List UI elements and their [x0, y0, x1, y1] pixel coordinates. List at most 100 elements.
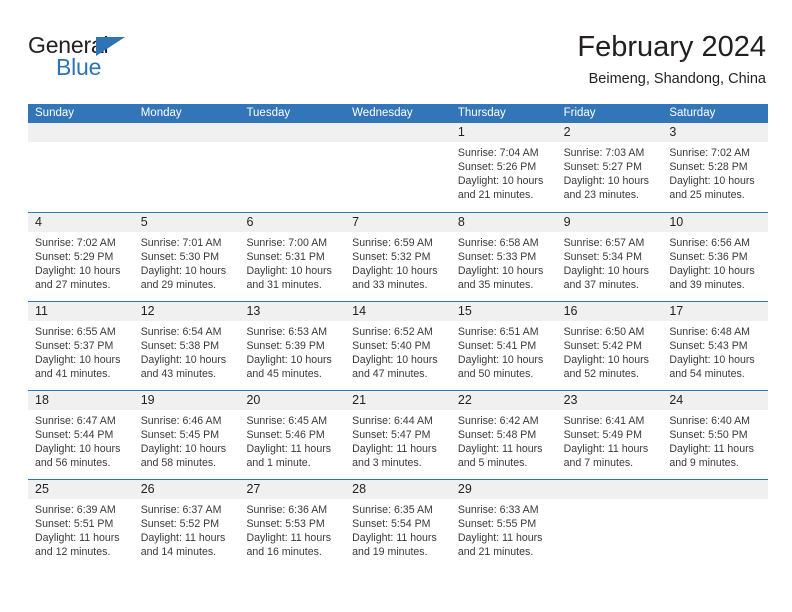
- day-cell-22[interactable]: 22 Sunrise: 6:42 AM Sunset: 5:48 PM Dayligh…: [450, 391, 557, 479]
- day-cell-11[interactable]: 11 Sunrise: 6:55 AM Sunset: 5:37 PM Dayligh…: [28, 302, 134, 390]
- day-number: 7: [352, 215, 360, 229]
- day-detail-line: Sunset: 5:44 PM: [35, 429, 114, 442]
- day-detail-line: Sunrise: 7:01 AM: [140, 237, 222, 249]
- day-number-band: 21: [345, 391, 451, 410]
- day-cell-17[interactable]: 17 Sunrise: 6:48 AM Sunset: 5:43 PM Dayligh…: [662, 302, 769, 390]
- day-cell-4[interactable]: 4 Sunrise: 7:02 AM Sunset: 5:29 PM Daylight…: [28, 213, 134, 301]
- day-cell-empty: [345, 123, 451, 212]
- day-number: 19: [140, 393, 155, 407]
- day-detail-line: and 45 minutes.: [246, 368, 322, 381]
- day-detail-line: Sunset: 5:29 PM: [35, 251, 114, 264]
- day-number-band: 22: [450, 391, 557, 410]
- day-detail-lines: Sunrise: 6:33 AM Sunset: 5:55 PM Daylight:…: [451, 499, 557, 559]
- day-detail-line: Sunset: 5:54 PM: [352, 518, 431, 531]
- weekday-header-sunday: Sunday: [35, 107, 75, 119]
- day-detail-line: Daylight: 10 hours: [352, 354, 438, 367]
- weekday-header-monday: Monday: [140, 107, 182, 119]
- day-number: 22: [457, 393, 472, 407]
- day-number: 25: [35, 482, 49, 496]
- day-detail-line: and 29 minutes.: [140, 279, 217, 292]
- day-detail-line: Sunrise: 6:44 AM: [352, 415, 433, 427]
- calendar-week-row: 11 Sunrise: 6:55 AM Sunset: 5:37 PM Dayligh…: [28, 301, 769, 390]
- day-cell-24[interactable]: 24 Sunrise: 6:40 AM Sunset: 5:50 PM Dayligh…: [662, 391, 769, 479]
- day-cell-14[interactable]: 14 Sunrise: 6:52 AM Sunset: 5:40 PM Dayligh…: [345, 302, 451, 390]
- day-number-band: [662, 480, 769, 499]
- day-detail-lines: Sunrise: 6:59 AM Sunset: 5:32 PM Daylight:…: [345, 232, 451, 292]
- day-detail-line: and 9 minutes.: [669, 457, 739, 470]
- day-number: 16: [563, 304, 578, 318]
- day-cell-29[interactable]: 29 Sunrise: 6:33 AM Sunset: 5:55 PM Dayligh…: [450, 480, 557, 568]
- day-number-band: 17: [662, 302, 769, 321]
- day-cell-empty: [133, 123, 240, 212]
- day-detail-line: and 56 minutes.: [35, 457, 111, 470]
- day-detail-lines: [239, 142, 345, 146]
- day-detail-line: Daylight: 11 hours: [352, 532, 437, 545]
- day-cell-20[interactable]: 20 Sunrise: 6:45 AM Sunset: 5:46 PM Dayligh…: [239, 391, 346, 479]
- day-cell-6[interactable]: 6 Sunrise: 7:00 AM Sunset: 5:31 PM Daylight…: [239, 213, 346, 301]
- weekday-header-saturday: Saturday: [669, 107, 716, 119]
- day-detail-line: Daylight: 11 hours: [669, 443, 754, 456]
- day-number: 23: [563, 393, 578, 407]
- day-cell-19[interactable]: 19 Sunrise: 6:46 AM Sunset: 5:45 PM Dayligh…: [133, 391, 240, 479]
- day-cell-28[interactable]: 28 Sunrise: 6:35 AM Sunset: 5:54 PM Dayligh…: [345, 480, 451, 568]
- day-detail-line: Sunrise: 6:52 AM: [352, 326, 433, 338]
- day-cell-27[interactable]: 27 Sunrise: 6:36 AM Sunset: 5:53 PM Dayligh…: [239, 480, 346, 568]
- day-detail-line: and 43 minutes.: [140, 368, 217, 381]
- general-blue-logo[interactable]: General Blue: [28, 32, 218, 92]
- day-cell-26[interactable]: 26 Sunrise: 6:37 AM Sunset: 5:52 PM Dayligh…: [133, 480, 240, 568]
- calendar-week-row: 1 Sunrise: 7:04 AM Sunset: 5:26 PM Daylight…: [28, 123, 769, 212]
- day-number: 18: [35, 393, 49, 407]
- title-block: February 2024 Beimeng, Shandong, China: [577, 30, 766, 89]
- day-number-band: 7: [345, 213, 451, 232]
- day-cell-18[interactable]: 18 Sunrise: 6:47 AM Sunset: 5:44 PM Dayligh…: [28, 391, 134, 479]
- day-number: 14: [352, 304, 367, 318]
- day-detail-lines: [345, 142, 451, 146]
- day-detail-line: and 58 minutes.: [140, 457, 217, 470]
- day-number-band: [345, 123, 451, 142]
- day-cell-5[interactable]: 5 Sunrise: 7:01 AM Sunset: 5:30 PM Daylight…: [133, 213, 240, 301]
- day-detail-lines: Sunrise: 6:55 AM Sunset: 5:37 PM Daylight:…: [28, 321, 134, 381]
- day-detail-line: Daylight: 10 hours: [669, 175, 755, 188]
- day-detail-line: Sunrise: 6:39 AM: [35, 504, 116, 516]
- day-detail-lines: [557, 499, 663, 503]
- day-cell-1[interactable]: 1 Sunrise: 7:04 AM Sunset: 5:26 PM Daylight…: [450, 123, 557, 212]
- day-detail-line: Sunset: 5:33 PM: [457, 251, 537, 264]
- day-cell-15[interactable]: 15 Sunrise: 6:51 AM Sunset: 5:41 PM Dayligh…: [450, 302, 557, 390]
- day-detail-lines: Sunrise: 6:50 AM Sunset: 5:42 PM Daylight:…: [557, 321, 663, 381]
- day-cell-2[interactable]: 2 Sunrise: 7:03 AM Sunset: 5:27 PM Daylight…: [556, 123, 663, 212]
- day-cell-23[interactable]: 23 Sunrise: 6:41 AM Sunset: 5:49 PM Dayligh…: [556, 391, 663, 479]
- day-cell-8[interactable]: 8 Sunrise: 6:58 AM Sunset: 5:33 PM Daylight…: [450, 213, 557, 301]
- day-cell-7[interactable]: 7 Sunrise: 6:59 AM Sunset: 5:32 PM Daylight…: [345, 213, 451, 301]
- day-cell-21[interactable]: 21 Sunrise: 6:44 AM Sunset: 5:47 PM Dayligh…: [345, 391, 451, 479]
- day-detail-line: Daylight: 11 hours: [457, 532, 543, 545]
- day-detail-lines: Sunrise: 6:41 AM Sunset: 5:49 PM Daylight:…: [557, 410, 663, 470]
- day-number-band: 2: [556, 123, 663, 142]
- day-number-band: [239, 123, 346, 142]
- day-number-band: 13: [239, 302, 346, 321]
- day-cell-3[interactable]: 3 Sunrise: 7:02 AM Sunset: 5:28 PM Daylight…: [662, 123, 769, 212]
- day-detail-lines: Sunrise: 6:39 AM Sunset: 5:51 PM Daylight:…: [28, 499, 134, 559]
- day-detail-line: Sunset: 5:28 PM: [669, 161, 748, 174]
- day-detail-line: and 39 minutes.: [669, 279, 745, 292]
- day-cell-9[interactable]: 9 Sunrise: 6:57 AM Sunset: 5:34 PM Daylight…: [556, 213, 663, 301]
- day-detail-line: Sunrise: 6:40 AM: [669, 415, 750, 427]
- day-number-band: 8: [450, 213, 557, 232]
- weekday-header-tuesday: Tuesday: [246, 107, 291, 119]
- day-number-band: 15: [450, 302, 557, 321]
- day-detail-line: and 16 minutes.: [246, 546, 322, 559]
- page-header: General Blue February 2024 Beimeng, Shan…: [28, 30, 766, 100]
- day-cell-13[interactable]: 13 Sunrise: 6:53 AM Sunset: 5:39 PM Dayligh…: [239, 302, 346, 390]
- day-detail-line: Daylight: 10 hours: [246, 354, 332, 367]
- day-cell-25[interactable]: 25 Sunrise: 6:39 AM Sunset: 5:51 PM Dayligh…: [28, 480, 134, 568]
- day-detail-lines: Sunrise: 6:51 AM Sunset: 5:41 PM Daylight:…: [451, 321, 557, 381]
- day-number-band: 6: [239, 213, 346, 232]
- day-cell-16[interactable]: 16 Sunrise: 6:50 AM Sunset: 5:42 PM Dayligh…: [556, 302, 663, 390]
- day-detail-line: Sunset: 5:42 PM: [563, 340, 642, 353]
- day-cell-12[interactable]: 12 Sunrise: 6:54 AM Sunset: 5:38 PM Dayligh…: [133, 302, 240, 390]
- day-number: 21: [352, 393, 367, 407]
- day-number-band: 3: [662, 123, 769, 142]
- day-number: 6: [246, 215, 254, 229]
- day-cell-empty: [239, 123, 346, 212]
- day-number: 8: [457, 215, 465, 229]
- day-cell-10[interactable]: 10 Sunrise: 6:56 AM Sunset: 5:36 PM Dayligh…: [662, 213, 769, 301]
